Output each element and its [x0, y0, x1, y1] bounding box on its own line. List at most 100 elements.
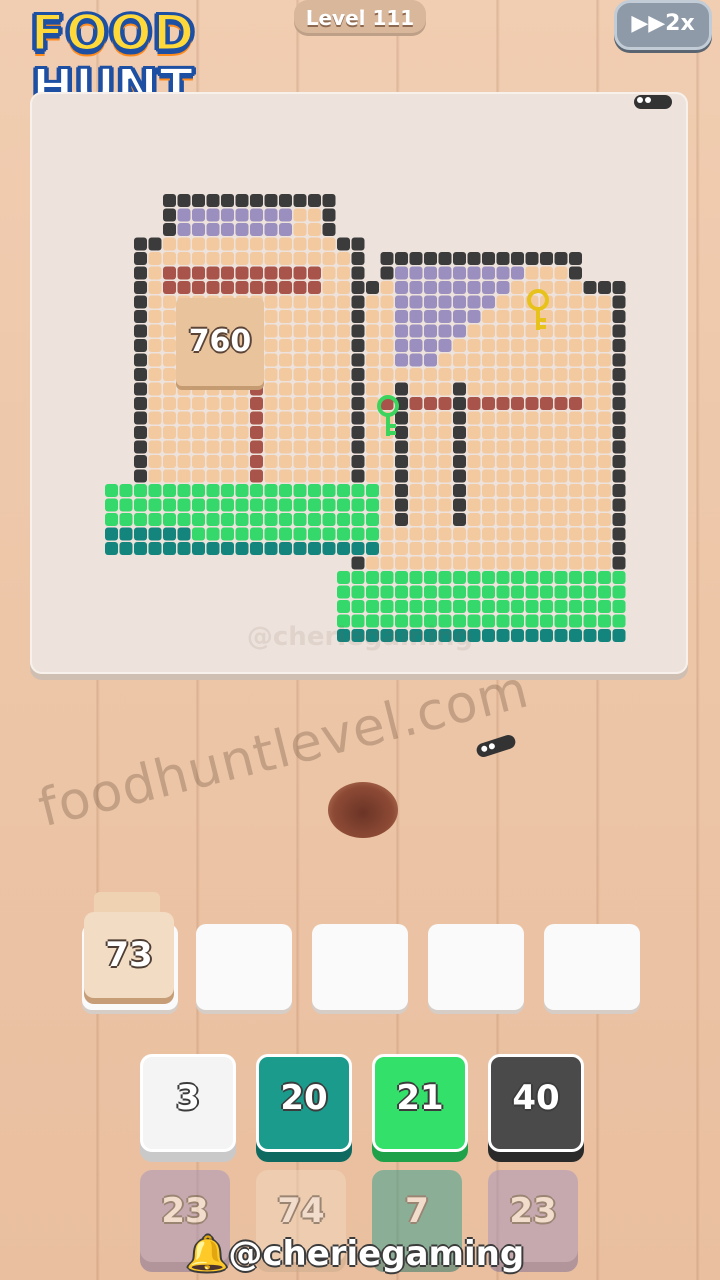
pixel-cell[interactable]	[105, 527, 118, 541]
pixel-cell[interactable]	[177, 208, 191, 222]
pixel-cell[interactable]	[424, 513, 437, 526]
pixel-cell[interactable]	[177, 469, 191, 483]
pixel-cell[interactable]	[264, 397, 278, 410]
pixel-cell[interactable]	[308, 382, 321, 396]
pixel-cell[interactable]	[163, 440, 176, 454]
pixel-cell[interactable]	[467, 295, 481, 309]
pixel-cell[interactable]	[322, 310, 336, 323]
pixel-cell[interactable]	[569, 252, 582, 265]
pixel-cell[interactable]	[569, 426, 582, 439]
pixel-cell[interactable]	[496, 281, 510, 294]
pixel-cell[interactable]	[134, 469, 147, 483]
pixel-cell[interactable]	[206, 223, 220, 236]
pixel-cell[interactable]	[119, 498, 133, 512]
pixel-cell[interactable]	[569, 266, 582, 280]
pixel-cell[interactable]	[511, 339, 524, 352]
pixel-cell[interactable]	[134, 411, 147, 425]
pixel-cell[interactable]	[569, 310, 582, 323]
pixel-cell[interactable]	[351, 382, 365, 396]
pixel-cell[interactable]	[424, 295, 437, 309]
pixel-cell[interactable]	[612, 353, 626, 367]
pixel-cell[interactable]	[177, 542, 191, 555]
pixel-cell[interactable]	[221, 281, 234, 294]
pixel-cell[interactable]	[525, 411, 539, 425]
pixel-cell[interactable]	[279, 339, 292, 352]
pixel-cell[interactable]	[351, 353, 365, 367]
pixel-cell[interactable]	[540, 542, 553, 555]
pixel-cell[interactable]	[569, 397, 582, 410]
pixel-cell[interactable]	[496, 266, 510, 280]
pixel-cell[interactable]	[453, 281, 466, 294]
pixel-cell[interactable]	[119, 527, 133, 541]
pixel-cell[interactable]	[206, 527, 220, 541]
pixel-cell[interactable]	[583, 498, 597, 512]
pixel-cell[interactable]	[424, 426, 437, 439]
pixel-cell[interactable]	[438, 252, 452, 265]
pixel-cell[interactable]	[511, 498, 524, 512]
pixel-cell[interactable]	[221, 440, 234, 454]
pixel-cell[interactable]	[453, 527, 466, 541]
pixel-cell[interactable]	[612, 556, 626, 570]
pixel-cell[interactable]	[337, 295, 350, 309]
pixel-cell[interactable]	[163, 208, 176, 222]
pixel-cell[interactable]	[525, 585, 539, 599]
pixel-cell[interactable]	[308, 295, 321, 309]
pixel-cell[interactable]	[453, 498, 466, 512]
pixel-cell[interactable]	[308, 527, 321, 541]
pixel-cell[interactable]	[554, 310, 568, 323]
pixel-cell[interactable]	[293, 339, 307, 352]
pixel-cell[interactable]	[583, 397, 597, 410]
pixel-cell[interactable]	[134, 513, 147, 526]
pixel-cell[interactable]	[525, 571, 539, 584]
pixel-cell[interactable]	[250, 252, 263, 265]
pixel-cell[interactable]	[525, 498, 539, 512]
pixel-cell[interactable]	[206, 397, 220, 410]
pixel-cell[interactable]	[337, 585, 350, 599]
pixel-cell[interactable]	[322, 208, 336, 222]
pixel-cell[interactable]	[598, 324, 611, 338]
pixel-cell[interactable]	[192, 411, 205, 425]
pixel-cell[interactable]	[250, 208, 263, 222]
pixel-cell[interactable]	[395, 368, 408, 381]
pixel-cell[interactable]	[163, 397, 176, 410]
pixel-cell[interactable]	[496, 411, 510, 425]
pixel-cell[interactable]	[380, 266, 394, 280]
pixel-cell[interactable]	[395, 440, 408, 454]
pixel-cell[interactable]	[612, 469, 626, 483]
pixel-cell[interactable]	[482, 324, 495, 338]
pixel-cell[interactable]	[569, 527, 582, 541]
pixel-cell[interactable]	[467, 411, 481, 425]
pixel-cell[interactable]	[221, 498, 234, 512]
pixel-cell[interactable]	[453, 368, 466, 381]
pixel-cell[interactable]	[279, 513, 292, 526]
pixel-cell[interactable]	[540, 397, 553, 410]
pixel-cell[interactable]	[540, 629, 553, 642]
pixel-cell[interactable]	[235, 484, 249, 497]
pixel-cell[interactable]	[424, 527, 437, 541]
pixel-cell[interactable]	[337, 600, 350, 613]
pixel-cell[interactable]	[409, 527, 423, 541]
pixel-cell[interactable]	[279, 353, 292, 367]
pixel-cell[interactable]	[540, 498, 553, 512]
pixel-cell[interactable]	[293, 542, 307, 555]
pixel-cell[interactable]	[264, 194, 278, 207]
pixel-cell[interactable]	[395, 324, 408, 338]
pixel-cell[interactable]	[438, 295, 452, 309]
pixel-cell[interactable]	[583, 310, 597, 323]
pixel-cell[interactable]	[424, 585, 437, 599]
pixel-cell[interactable]	[308, 281, 321, 294]
pixel-cell[interactable]	[322, 455, 336, 468]
pixel-cell[interactable]	[351, 600, 365, 613]
pixel-cell[interactable]	[482, 353, 495, 367]
pixel-cell[interactable]	[496, 527, 510, 541]
pixel-cell[interactable]	[163, 295, 176, 309]
pixel-cell[interactable]	[366, 498, 379, 512]
pixel-cell[interactable]	[612, 513, 626, 526]
pixel-cell[interactable]	[148, 397, 162, 410]
pixel-cell[interactable]	[163, 426, 176, 439]
pixel-cell[interactable]	[482, 513, 495, 526]
pixel-cell[interactable]	[583, 614, 597, 628]
pixel-cell[interactable]	[424, 397, 437, 410]
pixel-cell[interactable]	[395, 353, 408, 367]
pixel-cell[interactable]	[540, 411, 553, 425]
